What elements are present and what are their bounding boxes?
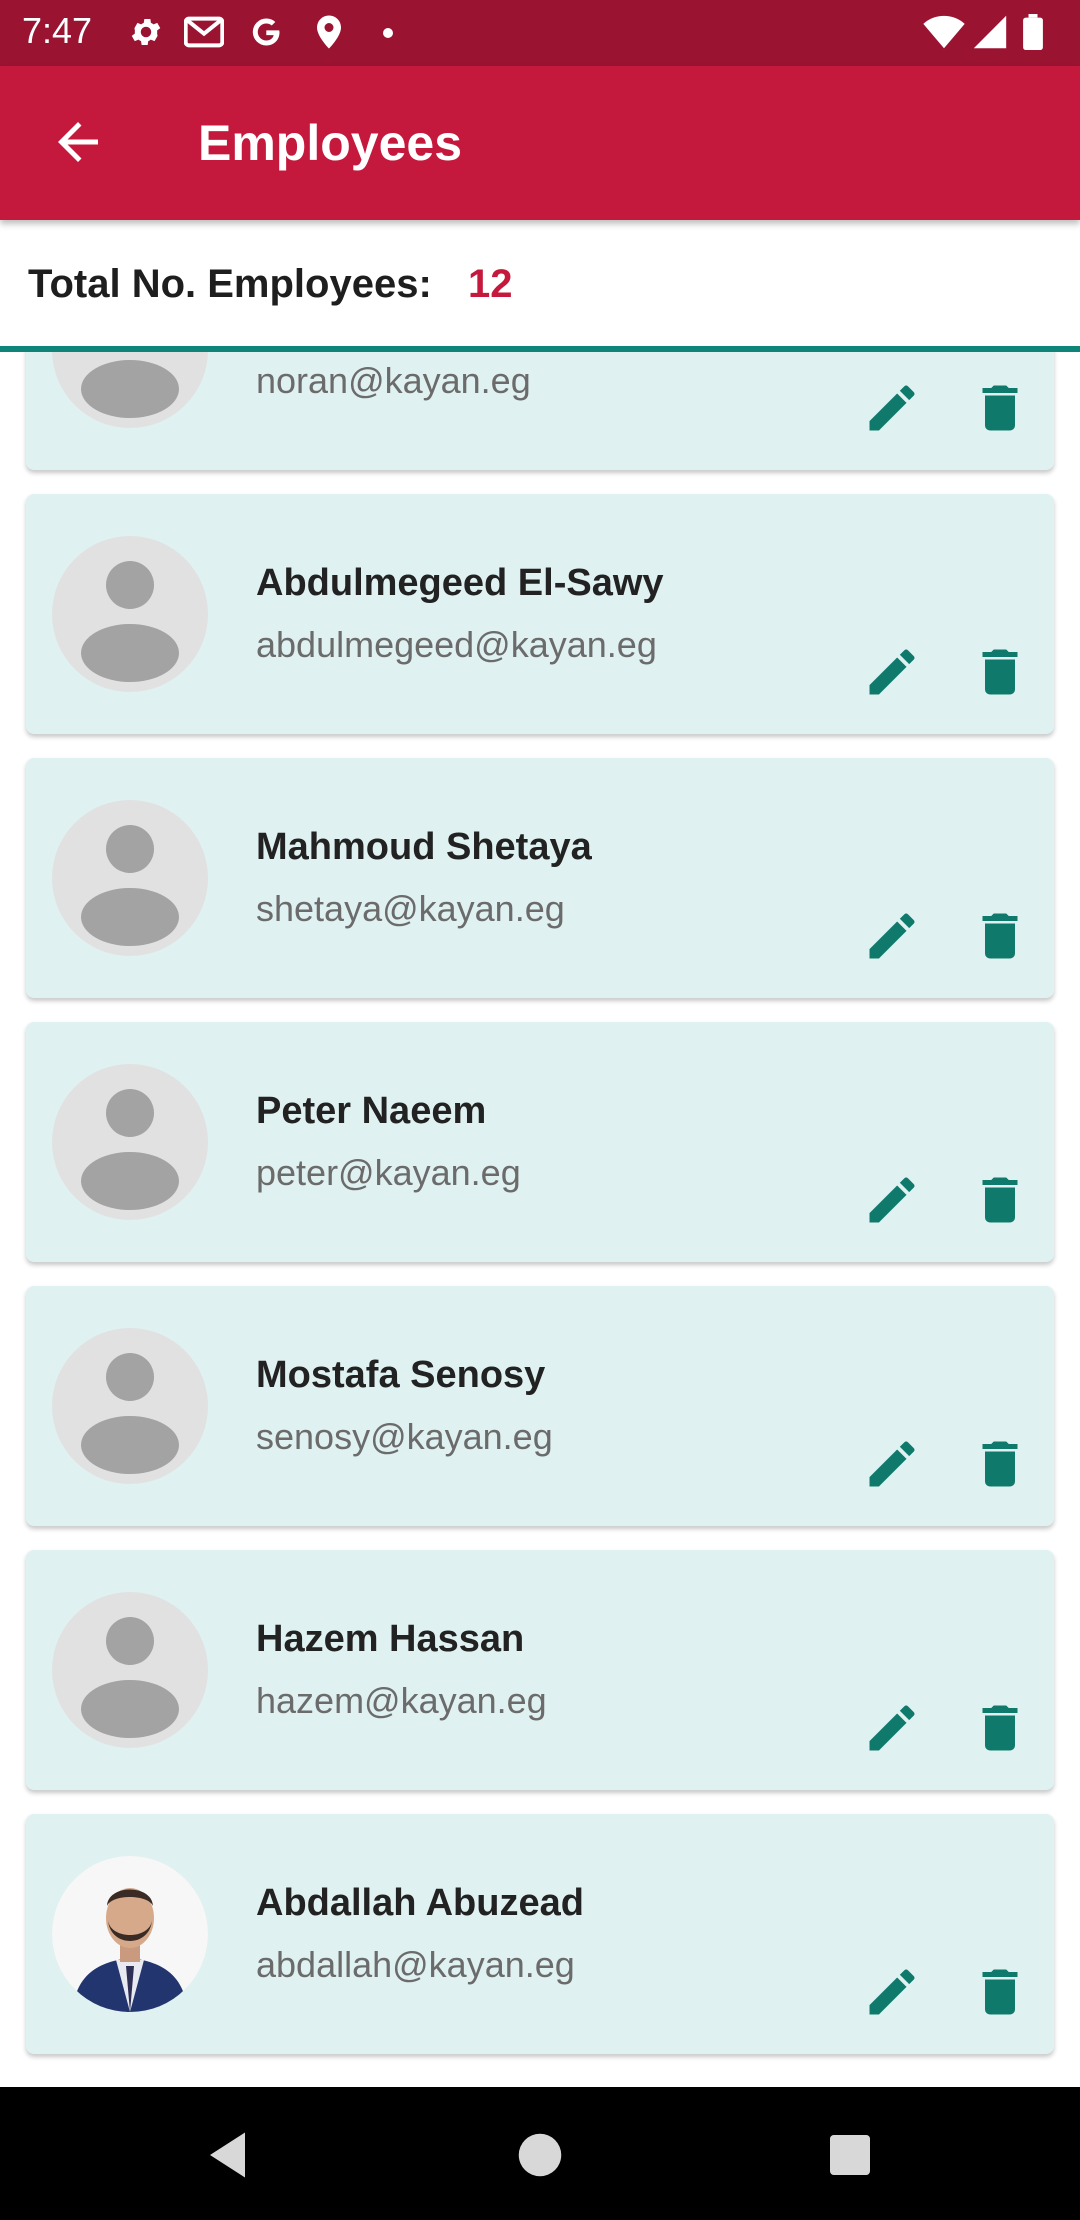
- employee-name: Abdulmegeed El-Sawy: [256, 562, 664, 604]
- status-icons-right: [922, 14, 1062, 54]
- recents-square-icon[interactable]: [820, 2125, 880, 2185]
- avatar-placeholder-icon: [52, 352, 208, 428]
- employee-card[interactable]: Abdulmegeed El-Sawy abdulmegeed@kayan.eg: [26, 494, 1054, 734]
- avatar-placeholder-icon: [52, 800, 208, 956]
- delete-icon[interactable]: [970, 378, 1030, 438]
- employee-email: hazem@kayan.eg: [256, 1680, 547, 1721]
- edit-icon[interactable]: [862, 906, 922, 966]
- delete-icon[interactable]: [970, 1962, 1030, 2022]
- employee-name: Peter Naeem: [256, 1090, 487, 1132]
- gear-icon: [128, 14, 164, 55]
- edit-icon[interactable]: [862, 642, 922, 702]
- edit-icon[interactable]: [862, 1170, 922, 1230]
- employee-email: peter@kayan.eg: [256, 1152, 521, 1193]
- edit-icon[interactable]: [862, 1698, 922, 1758]
- system-nav-bar: [0, 2087, 1080, 2220]
- wifi-icon: [922, 14, 966, 55]
- gmail-icon: [183, 14, 225, 55]
- avatar-placeholder-icon: [52, 1328, 208, 1484]
- delete-icon[interactable]: [970, 1698, 1030, 1758]
- avatar-placeholder-icon: [52, 1592, 208, 1748]
- dot-icon: [382, 26, 394, 44]
- employee-list[interactable]: Norannoran@kayan.eg Abdulmegeed El-Sawy ab…: [0, 352, 1080, 2087]
- employee-name: Abdallah Abuzead: [256, 1882, 584, 1924]
- employee-email: abdallah@kayan.eg: [256, 1944, 575, 1985]
- employee-name: Mahmoud Shetaya: [256, 826, 592, 868]
- employee-card[interactable]: Norannoran@kayan.eg: [26, 352, 1054, 470]
- employee-email: noran@kayan.eg: [256, 360, 531, 401]
- google-icon: [248, 14, 284, 55]
- app-bar: Employees: [0, 66, 1080, 220]
- delete-icon[interactable]: [970, 1434, 1030, 1494]
- page-title: Employees: [198, 115, 463, 171]
- edit-icon[interactable]: [862, 1434, 922, 1494]
- status-bar: 7:47: [0, 0, 1080, 66]
- employee-card[interactable]: Hazem Hassan hazem@kayan.eg: [26, 1550, 1054, 1790]
- employee-name: Mostafa Senosy: [256, 1354, 546, 1396]
- home-circle-icon[interactable]: [510, 2125, 570, 2185]
- avatar-photo: [52, 1856, 208, 2012]
- signal-icon: [972, 14, 1008, 55]
- avatar-placeholder-icon: [52, 536, 208, 692]
- employee-email: shetaya@kayan.eg: [256, 888, 565, 929]
- employee-card[interactable]: Peter Naeem peter@kayan.eg: [26, 1022, 1054, 1262]
- employee-card[interactable]: Abdallah Abuzead abdallah@kayan.eg: [26, 1814, 1054, 2054]
- status-time: 7:47: [22, 10, 93, 51]
- employee-email: abdulmegeed@kayan.eg: [256, 624, 657, 665]
- employee-count-label: Total No. Employees:: [28, 262, 432, 306]
- employee-count-value: 12: [468, 262, 513, 306]
- location-icon: [314, 14, 344, 55]
- employee-count-header: Total No. Employees: 12: [0, 220, 1080, 352]
- avatar-placeholder-icon: [52, 1064, 208, 1220]
- delete-icon[interactable]: [970, 906, 1030, 966]
- edit-icon[interactable]: [862, 1962, 922, 2022]
- back-triangle-icon[interactable]: [200, 2125, 260, 2185]
- employee-card[interactable]: Mahmoud Shetaya shetaya@kayan.eg: [26, 758, 1054, 998]
- delete-icon[interactable]: [970, 642, 1030, 702]
- employee-email: senosy@kayan.eg: [256, 1416, 553, 1457]
- battery-icon: [1022, 14, 1044, 55]
- employee-name: Hazem Hassan: [256, 1618, 525, 1660]
- edit-icon[interactable]: [862, 378, 922, 438]
- employee-card[interactable]: Mostafa Senosy senosy@kayan.eg: [26, 1286, 1054, 1526]
- arrow-back-icon[interactable]: [48, 112, 108, 172]
- delete-icon[interactable]: [970, 1170, 1030, 1230]
